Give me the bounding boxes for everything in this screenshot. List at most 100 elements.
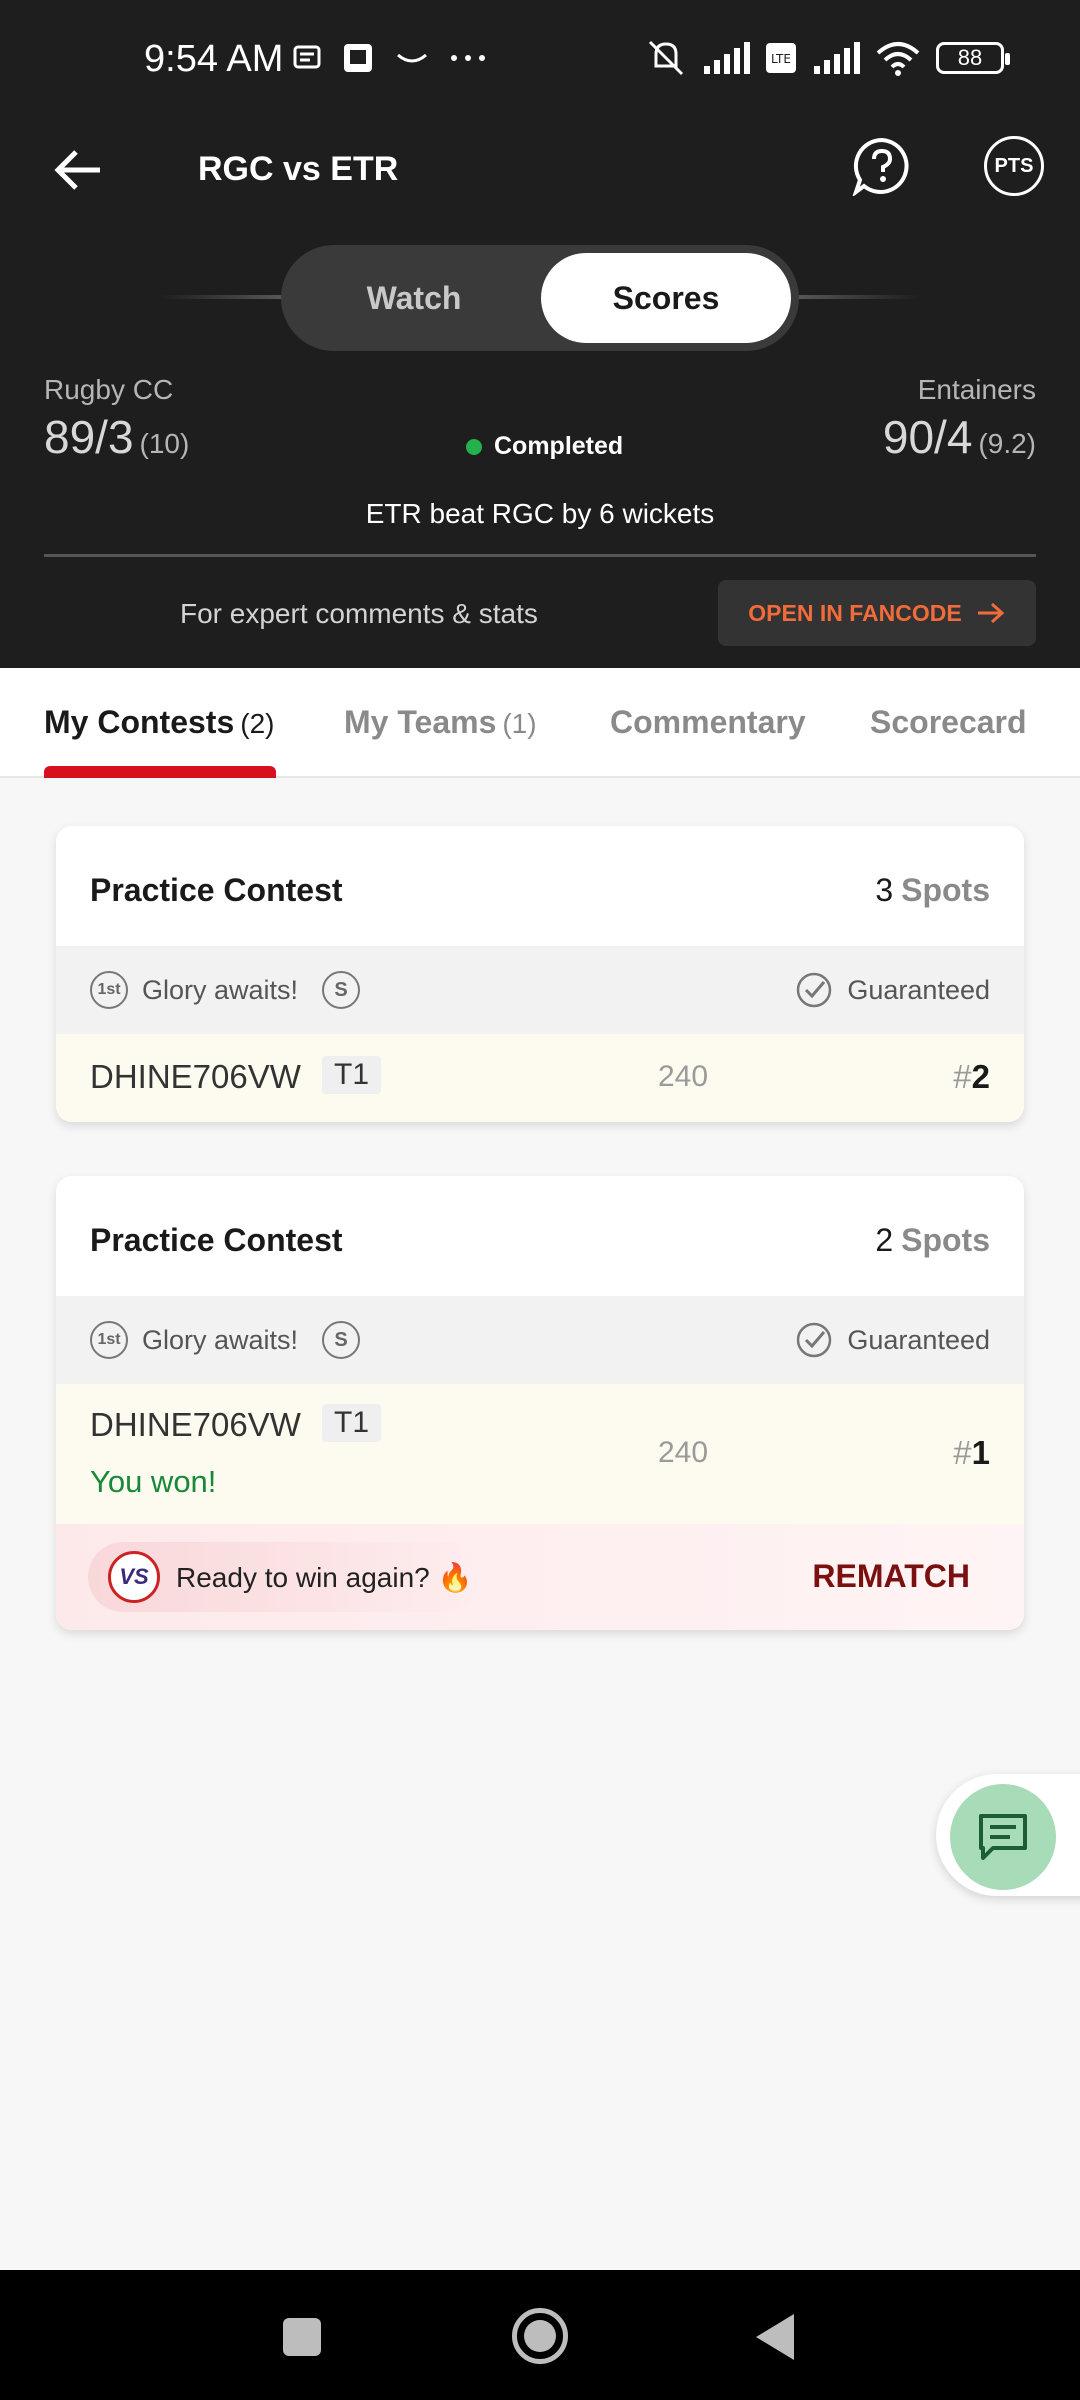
svg-text:LTE: LTE [771, 52, 791, 66]
mute-icon [648, 40, 684, 76]
team-points: 240 [658, 1436, 709, 1469]
team-rank: #2 [953, 1058, 990, 1096]
team-right-runs: 90/4 [882, 411, 973, 463]
watch-tab[interactable]: Watch [289, 253, 539, 343]
scores-tab[interactable]: Scores [541, 253, 791, 343]
header-divider [44, 554, 1036, 557]
team-right-score: Entainers 90/4 (9.2) [883, 374, 1036, 464]
guaranteed-text: Guaranteed [847, 1324, 990, 1355]
contest-info-band: 1st Glory awaits! S Guaranteed [56, 946, 1024, 1034]
status-dot-icon [466, 438, 482, 455]
team-rank: #1 [953, 1434, 990, 1472]
volte-icon: LTE [766, 43, 796, 73]
match-status-text: Completed [494, 432, 624, 460]
chat-fab[interactable] [936, 1774, 1080, 1896]
contest-team-row[interactable]: DHINE706VW T1 You won! 240 #1 [56, 1384, 1024, 1524]
chat-icon [979, 1814, 1027, 1860]
single-entry-icon: S [322, 971, 361, 1009]
tab-my-contests-count: (2) [240, 708, 275, 739]
tab-my-teams-count: (1) [502, 708, 537, 739]
team-left-overs: (10) [139, 428, 190, 459]
toggle-divider-right [790, 295, 920, 299]
app-notification-icon [344, 44, 372, 72]
help-icon[interactable] [852, 136, 912, 196]
team-left-score: Rugby CC 89/3 (10) [44, 374, 189, 464]
spots-label: Spots [901, 1222, 990, 1258]
contest-title: Practice Contest [90, 1222, 343, 1258]
guaranteed-check-icon [797, 1322, 832, 1358]
glory-text: Glory awaits! [142, 1324, 299, 1355]
wifi-icon [876, 42, 920, 76]
spots-count: 3 [875, 872, 894, 908]
active-tab-indicator [44, 766, 276, 778]
rematch-prompt: VS Ready to win again? 🔥 [88, 1542, 480, 1612]
contest-card[interactable]: Practice Contest 2 Spots 1st Glory awaits… [56, 1176, 1024, 1630]
message-icon [293, 45, 321, 69]
tab-my-contests[interactable]: My Contests (2) [44, 704, 274, 741]
glory-text: Glory awaits! [142, 974, 299, 1005]
status-system-icons: LTE 88 [644, 38, 1010, 78]
won-text: You won! [90, 1464, 217, 1499]
tab-my-teams-label: My Teams [344, 704, 497, 740]
points-button[interactable]: PTS [984, 136, 1044, 196]
signal-icon-2 [814, 42, 860, 74]
vs-logo-icon: VS [108, 1551, 160, 1603]
match-result: ETR beat RGC by 6 wickets [365, 498, 715, 529]
back-arrow-icon[interactable] [50, 142, 106, 198]
home-icon[interactable] [512, 2308, 568, 2364]
single-entry-icon: S [322, 1321, 361, 1359]
expert-comments-text: For expert comments & stats [180, 598, 538, 629]
rank-hash: # [953, 1058, 972, 1095]
recent-apps-icon[interactable] [283, 2318, 321, 2356]
contest-info-band: 1st Glory awaits! S Guaranteed [56, 1296, 1024, 1384]
match-header: RGC vs ETR PTS Watch Scores Rugby CC 89/… [0, 120, 1080, 668]
tab-commentary[interactable]: Commentary [610, 704, 806, 741]
rematch-prompt-text: Ready to win again? 🔥 [176, 1561, 473, 1593]
arrow-right-icon [977, 602, 1004, 624]
tab-scorecard[interactable]: Scorecard [870, 704, 1027, 741]
open-in-fancode-button[interactable]: OPEN IN FANCODE [718, 580, 1036, 646]
spots-count: 2 [875, 1222, 894, 1258]
match-title: RGC vs ETR [198, 150, 399, 188]
section-tabs: My Contests (2) My Teams (1) Commentary Sc… [0, 668, 1080, 778]
team-code: DHINE706VW [90, 1058, 301, 1095]
guaranteed-check-icon [797, 972, 832, 1008]
team-code: DHINE706VW [90, 1406, 301, 1443]
contest-spots: 3 Spots [875, 872, 990, 909]
watch-scores-toggle: Watch Scores [281, 245, 799, 351]
amazon-icon [397, 53, 427, 63]
toggle-divider-left [160, 295, 290, 299]
contest-team-row[interactable]: DHINE706VW T1 240 #2 [56, 1034, 1024, 1122]
status-notification-icons [292, 40, 488, 76]
team-left-name: Rugby CC [44, 374, 174, 405]
rank-value: 1 [971, 1434, 990, 1471]
tab-my-contests-label: My Contests [44, 704, 235, 740]
team-tag: T1 [322, 1056, 382, 1094]
battery-indicator: 88 [936, 42, 1010, 74]
contest-card[interactable]: Practice Contest 3 Spots 1st Glory awaits… [56, 826, 1024, 1122]
tab-my-teams[interactable]: My Teams (1) [344, 704, 537, 741]
spots-label: Spots [901, 872, 990, 908]
team-right-name: Entainers [917, 374, 1036, 405]
chat-fab-button[interactable] [950, 1784, 1056, 1890]
team-left-runs: 89/3 [44, 411, 134, 463]
more-dots-icon [451, 55, 485, 61]
first-prize-icon: 1st [90, 1321, 128, 1359]
signal-icon [704, 42, 750, 74]
rematch-button[interactable]: REMATCH [812, 1558, 970, 1595]
contest-title: Practice Contest [90, 872, 343, 908]
rematch-bar: VS Ready to win again? 🔥 REMATCH [56, 1524, 1024, 1630]
guaranteed-text: Guaranteed [847, 974, 990, 1005]
rank-hash: # [953, 1434, 972, 1471]
match-status: Completed [466, 432, 623, 461]
first-prize-icon: 1st [90, 971, 128, 1009]
back-icon[interactable] [756, 2314, 794, 2360]
status-time: 9:54 AM [144, 38, 284, 80]
team-points: 240 [658, 1060, 709, 1093]
team-tag: T1 [322, 1404, 382, 1442]
rank-value: 2 [971, 1058, 990, 1095]
open-in-fancode-label: OPEN IN FANCODE [748, 599, 962, 626]
status-bar: 9:54 AM LTE 88 [0, 0, 1080, 120]
team-right-overs: (9.2) [978, 428, 1036, 459]
contest-spots: 2 Spots [875, 1222, 990, 1259]
